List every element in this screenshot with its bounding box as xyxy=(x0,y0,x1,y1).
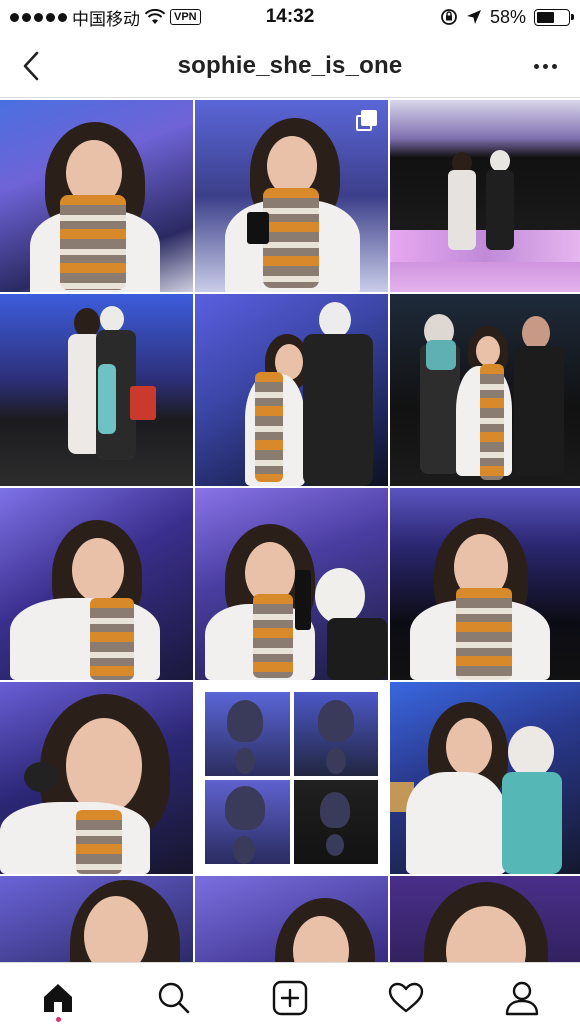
more-dot xyxy=(542,63,548,69)
multiple-photos-icon xyxy=(356,110,378,132)
wifi-icon xyxy=(145,9,165,24)
back-button[interactable] xyxy=(16,50,46,82)
photo-post[interactable] xyxy=(0,488,193,680)
tab-home[interactable] xyxy=(30,970,86,1026)
tab-search[interactable] xyxy=(146,970,202,1026)
tab-add-post[interactable] xyxy=(262,970,318,1026)
bottom-tab-bar xyxy=(0,962,580,1032)
page-title: sophie_she_is_one xyxy=(177,51,403,79)
battery-icon xyxy=(534,8,574,26)
photo-post[interactable] xyxy=(195,488,388,680)
add-post-icon xyxy=(272,980,308,1015)
signal-strength-icon xyxy=(10,12,67,22)
search-icon xyxy=(158,982,190,1013)
chevron-left-icon xyxy=(23,51,39,81)
profile-icon xyxy=(505,981,539,1015)
photo-post-multi[interactable] xyxy=(195,100,388,292)
photo-post[interactable] xyxy=(390,294,580,486)
status-bar: 中国移动 VPN 14:32 58% xyxy=(0,0,580,34)
photo-post[interactable] xyxy=(0,682,193,874)
tab-activity[interactable] xyxy=(378,970,434,1026)
battery-fill xyxy=(537,11,555,23)
carrier-name: 中国移动 xyxy=(72,9,140,29)
more-dot xyxy=(533,63,539,69)
photo-post[interactable] xyxy=(390,682,580,874)
photo-post[interactable] xyxy=(390,100,580,292)
photo-post[interactable] xyxy=(195,876,388,962)
location-arrow-icon xyxy=(466,10,481,24)
more-dot xyxy=(551,63,557,69)
photo-post[interactable] xyxy=(390,488,580,680)
photo-post[interactable] xyxy=(195,294,388,486)
collage xyxy=(205,692,378,864)
battery-percent: 58% xyxy=(489,6,526,27)
photo-post-collage[interactable] xyxy=(195,682,388,874)
rotation-lock-icon xyxy=(441,9,457,25)
profile-header: sophie_she_is_one xyxy=(0,34,580,98)
photo-post[interactable] xyxy=(0,876,193,962)
status-right: 58% xyxy=(440,6,574,28)
photo-post[interactable] xyxy=(0,100,193,292)
photo-post[interactable] xyxy=(0,294,193,486)
status-left: 中国移动 VPN xyxy=(10,5,440,30)
photo-grid xyxy=(0,100,580,962)
heart-icon xyxy=(388,982,424,1012)
more-options-button[interactable] xyxy=(530,54,560,78)
vpn-badge: VPN xyxy=(170,9,201,25)
notification-dot xyxy=(56,1016,61,1022)
tab-profile[interactable] xyxy=(494,970,550,1026)
home-icon xyxy=(44,983,72,1012)
photo-post[interactable] xyxy=(390,876,580,962)
